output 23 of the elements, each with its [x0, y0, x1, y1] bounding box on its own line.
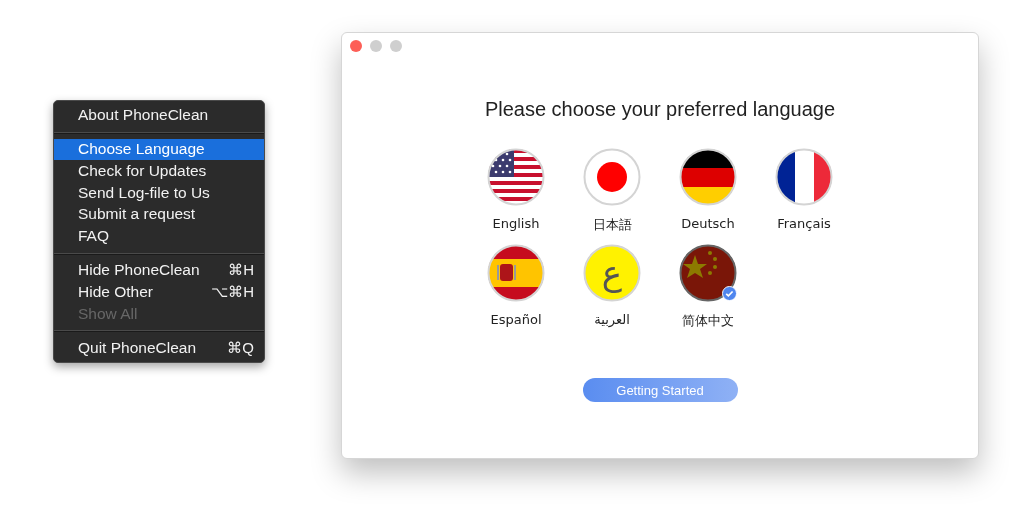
menu-item[interactable]: Submit a request — [54, 203, 264, 225]
shortcut-label: ⌥⌘H — [211, 282, 254, 301]
language-label: Español — [490, 312, 542, 328]
menu-item[interactable]: About PhoneClean — [54, 104, 264, 126]
shortcut-label: ⌘H — [228, 261, 254, 280]
language-label: Deutsch — [681, 216, 735, 232]
language-label: 日本語 — [592, 216, 632, 232]
checkmark-icon — [722, 286, 737, 301]
language-label: 简体中文 — [682, 312, 734, 328]
language-label: English — [492, 216, 540, 232]
menu-item[interactable]: Hide Other ⌥⌘H — [54, 281, 264, 303]
menu-item[interactable]: Quit PhoneClean ⌘Q — [54, 337, 264, 359]
language-label: العربية — [594, 312, 630, 328]
menu-item[interactable]: Send Log-file to Us — [54, 181, 264, 204]
menu-item[interactable]: Hide PhoneClean ⌘H — [54, 259, 264, 282]
heading: Please choose your preferred language — [484, 98, 836, 121]
language-label: Français — [777, 216, 831, 232]
shortcut-label: ⌘Q — [227, 339, 254, 358]
menu-item[interactable]: Check for Updates — [54, 160, 264, 182]
close-icon[interactable] — [350, 40, 362, 52]
menu-item[interactable]: Choose Language — [54, 138, 264, 161]
flag-icon[interactable]: ع — [583, 244, 641, 302]
menu-item[interactable]: FAQ — [54, 224, 264, 247]
